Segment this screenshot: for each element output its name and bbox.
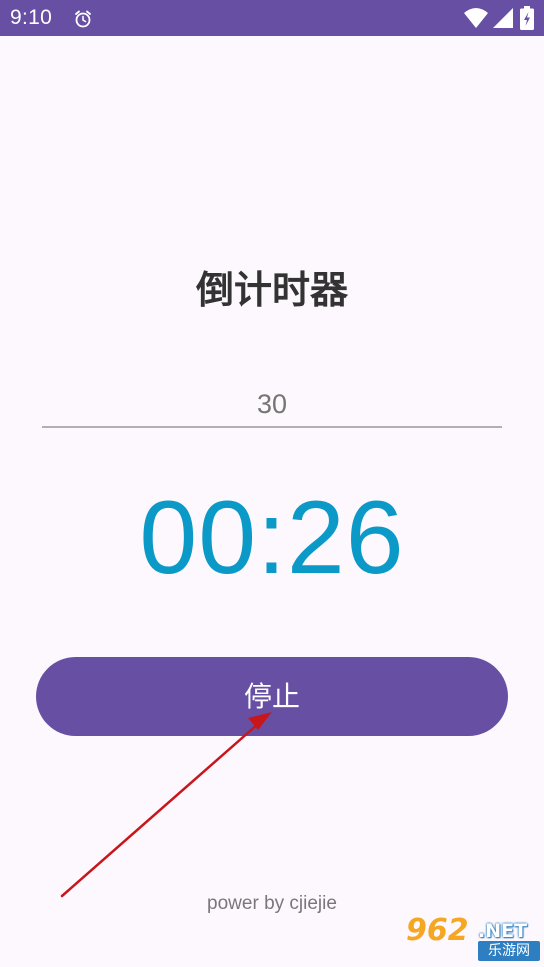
page-title: 倒计时器 [195, 268, 348, 312]
status-time: 9:10 [10, 6, 53, 29]
alarm-icon [73, 9, 93, 29]
countdown-display: 00:26 [139, 480, 405, 596]
watermark-site-name: 乐游网 [478, 941, 540, 961]
watermark-number: 962 [406, 913, 469, 948]
signal-icon [492, 7, 514, 29]
status-bar: 9:10 [0, 0, 544, 36]
seconds-input[interactable] [42, 382, 502, 428]
stop-button[interactable]: 停止 [36, 657, 508, 736]
watermark-logo: 962 .NET 乐游网 [406, 915, 542, 965]
watermark-domain: .NET [478, 920, 528, 942]
footer-credit: power by cjiejie [207, 893, 337, 914]
wifi-icon [463, 7, 489, 29]
battery-charging-icon [520, 6, 534, 30]
